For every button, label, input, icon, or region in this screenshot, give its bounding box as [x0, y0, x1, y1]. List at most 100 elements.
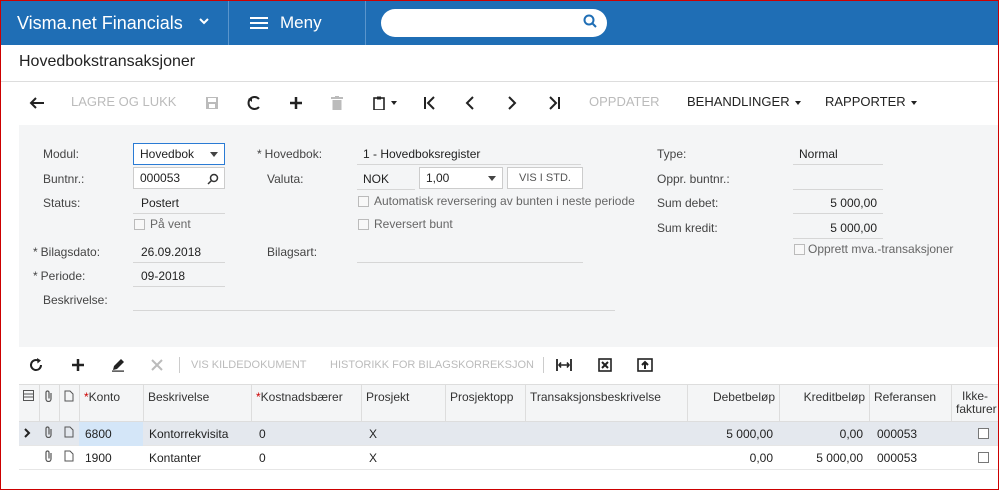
cell-transaksjonsbeskrivelse[interactable]: [525, 446, 687, 470]
module-label: Modul:: [43, 147, 80, 161]
docdate-label: * Bilagsdato:: [33, 245, 101, 259]
next-record-icon[interactable]: [507, 87, 517, 117]
add-icon[interactable]: [289, 87, 303, 117]
search-input[interactable]: [391, 9, 571, 37]
refresh-icon[interactable]: [29, 351, 43, 379]
cell-prosjekt[interactable]: X: [363, 422, 445, 446]
cell-konto[interactable]: 1900: [79, 446, 143, 470]
delete-icon[interactable]: [331, 87, 343, 117]
batch-number-field[interactable]: 000053: [133, 167, 225, 189]
update-button[interactable]: OPPDATER: [589, 87, 660, 117]
reversed-label: Reversert bunt: [374, 217, 453, 231]
type-underline: [793, 164, 883, 165]
cell-debet[interactable]: 5 000,00: [687, 422, 779, 446]
sum-debit-underline: [793, 213, 883, 214]
attachment-header-icon: [39, 385, 59, 421]
title-divider: [1, 81, 998, 82]
note-icon[interactable]: [59, 446, 79, 470]
cell-kredit[interactable]: 0,00: [779, 422, 869, 446]
edit-pencil-icon[interactable]: [111, 351, 125, 379]
caret-down-icon: [488, 176, 496, 181]
cell-kredit[interactable]: 5 000,00: [779, 446, 869, 470]
ikke-fakturer-checkbox[interactable]: [978, 428, 989, 439]
col-konto[interactable]: *Konto: [79, 385, 143, 421]
clipboard-dropdown-icon[interactable]: [373, 87, 399, 117]
col-kostnadsbaerer[interactable]: *Kostnadsbærer: [251, 385, 361, 421]
ikke-fakturer-checkbox[interactable]: [978, 452, 989, 463]
table-row[interactable]: 1900 Kontanter 0 X 0,00 5 000,00 000053: [19, 446, 998, 470]
cell-beskrivelse[interactable]: Kontorrekvisita: [143, 422, 251, 446]
vis-std-button[interactable]: VIS I STD.: [507, 167, 583, 189]
cell-referansen[interactable]: 000053: [871, 422, 951, 446]
last-record-icon[interactable]: [547, 87, 561, 117]
cell-kostnadsbaerer[interactable]: 0: [253, 446, 361, 470]
note-icon[interactable]: [59, 422, 79, 446]
actions-menu[interactable]: BEHANDLINGER: [687, 87, 803, 117]
add-row-icon[interactable]: [71, 351, 85, 379]
chevron-down-icon: [198, 14, 210, 30]
period-value[interactable]: 09-2018: [141, 269, 185, 283]
cell-referansen[interactable]: 000053: [871, 446, 951, 470]
undo-icon[interactable]: [247, 87, 263, 117]
search-icon[interactable]: [583, 14, 597, 28]
ledger-value[interactable]: 1 - Hovedboksregister: [363, 147, 480, 161]
module-select[interactable]: Hovedbok: [133, 143, 225, 165]
delete-row-icon[interactable]: [151, 351, 163, 379]
first-record-icon[interactable]: [423, 87, 437, 117]
hold-label: På vent: [150, 217, 191, 231]
hold-checkbox[interactable]: [134, 219, 145, 230]
orig-batch-underline: [793, 189, 883, 190]
cell-transaksjonsbeskrivelse[interactable]: [525, 422, 687, 446]
rate-select[interactable]: 1,00: [419, 167, 503, 189]
view-source-button[interactable]: VIS KILDEDOKUMENT: [191, 351, 307, 379]
col-transaksjonsbeskrivelse[interactable]: Transaksjonsbeskrivelse: [525, 385, 687, 421]
previous-record-icon[interactable]: [465, 87, 475, 117]
cell-prosjekt[interactable]: X: [363, 446, 445, 470]
cell-prosjektoppg[interactable]: [445, 446, 525, 470]
save-icon[interactable]: [205, 87, 219, 117]
attachment-icon[interactable]: [39, 446, 59, 470]
brand-switcher[interactable]: Visma.net Financials: [1, 1, 229, 45]
toolbar-divider: [179, 357, 180, 373]
currency-value[interactable]: NOK: [363, 172, 389, 186]
cell-kostnadsbaerer[interactable]: 0: [253, 422, 361, 446]
reports-menu[interactable]: RAPPORTER: [825, 87, 919, 117]
period-underline: [133, 286, 225, 287]
fit-columns-icon[interactable]: [556, 351, 572, 379]
cell-prosjektoppg[interactable]: [445, 422, 525, 446]
cell-konto[interactable]: 6800: [79, 422, 143, 446]
col-referansen[interactable]: Referansen: [869, 385, 951, 421]
table-row[interactable]: 6800 Kontorrekvisita 0 X 5 000,00 0,00 0…: [19, 422, 998, 446]
auto-reverse-checkbox[interactable]: [358, 196, 369, 207]
back-arrow-icon[interactable]: [29, 87, 45, 117]
main-menu-button[interactable]: Meny: [230, 1, 366, 45]
col-debet[interactable]: Debetbeløp: [687, 385, 779, 421]
doctype-label: Bilagsart:: [267, 245, 318, 259]
cell-beskrivelse[interactable]: Kontanter: [143, 446, 251, 470]
col-ikke-fakturer[interactable]: Ikke- fakturer: [951, 385, 998, 421]
brand-name: Visma.net Financials: [17, 12, 183, 33]
caret-down-icon: [210, 152, 218, 157]
create-vat-checkbox[interactable]: [794, 244, 805, 255]
row-settings-icon[interactable]: [19, 385, 39, 421]
description-label: Beskrivelse:: [43, 293, 108, 307]
attachment-icon[interactable]: [39, 422, 59, 446]
reversed-checkbox[interactable]: [358, 219, 369, 230]
rate-value: 1,00: [426, 171, 450, 185]
auto-reverse-label: Automatisk reversering av bunten i neste…: [374, 194, 635, 208]
history-button[interactable]: HISTORIKK FOR BILAGSKORREKSJON: [330, 351, 534, 379]
save-close-button[interactable]: LAGRE OG LUKK: [71, 87, 176, 117]
search-icon[interactable]: [207, 171, 219, 191]
col-beskrivelse[interactable]: Beskrivelse: [143, 385, 251, 421]
col-prosjekt[interactable]: Prosjekt: [361, 385, 445, 421]
upload-icon[interactable]: [637, 351, 653, 379]
col-prosjektoppg[interactable]: Prosjektopp: [445, 385, 525, 421]
col-kredit[interactable]: Kreditbeløp: [779, 385, 869, 421]
sum-credit-label: Sum kredit:: [657, 221, 718, 235]
ledger-underline: [357, 164, 581, 165]
excel-export-icon[interactable]: [598, 351, 612, 379]
cell-debet[interactable]: 0,00: [687, 446, 779, 470]
status-underline: [133, 213, 225, 214]
currency-underline: [357, 189, 415, 190]
docdate-value[interactable]: 26.09.2018: [141, 245, 201, 259]
